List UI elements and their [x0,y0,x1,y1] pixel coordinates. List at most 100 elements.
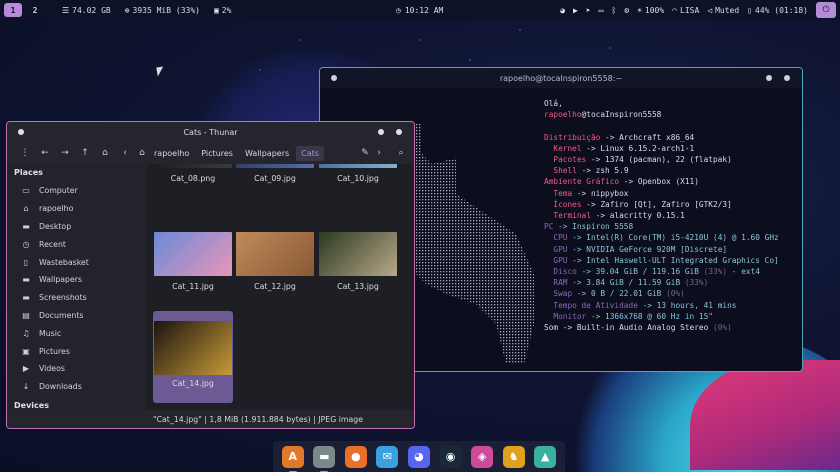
volume-indicator[interactable]: ◁ Muted [707,6,739,15]
browser-app[interactable]: ◈ [471,445,494,468]
info-line: Som -> Built-in Audio Analog Stereo (0%) [544,322,779,333]
clock-value: 10:12 AM [404,5,444,15]
file-item[interactable]: Cat_14.jpg [153,311,233,403]
breadcrumb-wallpapers[interactable]: Wallpapers [240,146,294,161]
brightness-indicator[interactable]: ☀ 100% [637,6,664,15]
back-arrow-icon[interactable]: ← [35,148,55,158]
window-menu-button[interactable] [331,75,337,81]
file-thumbnail [154,321,232,375]
file-manager-titlebar[interactable]: Cats - Thunar [7,122,414,142]
file-thumbnail [319,232,397,276]
cpu-icon: ▣ [213,5,219,15]
sidebar-item-documents[interactable]: ▤ Documents [7,307,147,325]
tree-branch [544,245,553,254]
info-value: -> Zafiro [Qt], Zafiro [GTK2/3] [581,199,732,209]
sidebar-item-screenshots[interactable]: ▬ Screenshots [7,289,147,307]
firefox-app[interactable]: ● [344,445,367,468]
files-app-icon: ▬ [319,450,330,463]
forward-arrow-icon[interactable]: → [55,148,75,158]
user-host-line: rapoelho@tocaInspiron5558 [544,109,779,120]
info-value: -> 39.04 GiB / 119.16 GiB [576,267,704,277]
sidebar-item-desktop[interactable]: ▬ Desktop [7,218,147,236]
terminal-titlebar[interactable]: rapoelho@tocaInspiron5558:~ [320,68,802,88]
info-key: Ambiente Gráfico [544,177,620,187]
chevron-left-icon[interactable]: ‹ [115,148,135,158]
memory-indicator: ⊕ 3935 MiB (33%) [125,6,200,15]
sidebar-item-wastebasket[interactable]: ▯ Wastebasket [7,253,147,271]
breadcrumb-rapoelho[interactable]: rapoelho [149,146,194,161]
sidebar-item-computer[interactable]: ▭ Computer [7,182,147,200]
youtube-tray-icon[interactable]: ▶ [573,6,578,15]
image-viewer-app[interactable]: ▲ [534,445,557,468]
clock[interactable]: ◷ 10:12 AM [396,0,443,20]
info-key: PC [544,222,554,232]
desktop-folder-icon: ▬ [22,221,30,231]
info-line: Tempo de Atividade -> 13 hours, 41 mins [544,300,779,311]
sidebar-item-recent[interactable]: ◷ Recent [7,235,147,253]
minimize-button[interactable] [378,129,384,135]
battery-indicator[interactable]: ▯ 44% (01:18) [747,6,808,15]
info-key: Swap [553,289,573,299]
info-value: -> 3.84 GiB / 11.59 GiB [567,278,685,288]
disk-value: 74.02 GB [72,5,111,15]
info-value: -> Archcraft x86_64 [600,132,695,142]
info-key: Ícones [553,199,582,209]
power-button[interactable]: ⏻ [816,2,836,18]
alacritty-app[interactable]: A [281,445,304,472]
info-key: GPU [553,255,568,265]
sidebar-item-downloads[interactable]: ↓ Downloads [7,378,147,396]
file-grid[interactable]: Cat_08.png Cat_09.jpg Cat_10.jpg Cat_11.jpg… [147,164,414,410]
workspace-2-button[interactable]: 2 [26,3,44,17]
sidebar-item-rapoelho[interactable]: ⌂ rapoelho [7,200,147,218]
file-item[interactable]: Cat_12.jpg [235,232,315,291]
tree-branch [544,155,553,164]
telegram-tray-icon[interactable]: ➤ [586,6,591,15]
file-item[interactable]: Cat_09.jpg [235,164,315,183]
close-button[interactable] [784,75,790,81]
info-line: PC -> Inspiron 5558 [544,221,779,232]
file-item[interactable]: Cat_08.png [153,164,233,183]
clipboard-tray-icon[interactable]: ▭ [599,6,604,15]
minimize-button[interactable] [766,75,772,81]
sidebar-item-wallpapers[interactable]: ▬ Wallpapers [7,271,147,289]
sidebar-item-music[interactable]: ♫ Music [7,324,147,342]
tree-branch [544,267,553,276]
info-key: GPU [553,244,568,254]
file-item[interactable]: Cat_11.jpg [153,232,233,291]
files-app[interactable]: ▬ [313,445,336,472]
firefox-app-icon: ● [351,450,361,463]
file-thumbnail [154,164,232,168]
game-app-icon: ♞ [508,450,519,463]
workspace-1-button[interactable]: 1 [4,3,22,17]
file-item[interactable]: Cat_13.jpg [318,232,398,291]
breadcrumb-pictures[interactable]: Pictures [196,146,238,161]
steam-app[interactable]: ◉ [439,445,462,468]
file-manager-window[interactable]: Cats - Thunar ⋮ ← → ↑ ⌂ ‹ ⌂ rapoelho Pic… [6,121,415,429]
network-indicator[interactable]: ◠ LISA [672,6,699,15]
game-app[interactable]: ♞ [502,445,525,468]
sidebar-item-label: rapoelho [39,204,74,214]
bluetooth-icon[interactable]: ᛒ [611,6,616,15]
breadcrumb-cats[interactable]: Cats [296,145,324,161]
clock-icon: ◷ [22,239,30,249]
close-button[interactable] [396,129,402,135]
chevron-right-icon[interactable]: › [369,148,389,158]
sidebar-item-videos[interactable]: ▶ Videos [7,360,147,378]
discord-tray-icon[interactable]: ◕ [560,6,565,15]
info-value: -> Inspiron 5558 [553,222,634,232]
up-arrow-icon[interactable]: ↑ [75,148,95,158]
home-icon[interactable]: ⌂ [95,148,115,158]
terminal-output[interactable]: Olá, rapoelho@tocaInspiron5558 Distribuiç… [544,98,779,333]
file-item[interactable]: Cat_10.jpg [318,164,398,183]
info-value: -> Intel Haswell-ULT Integrated Graphics… [567,255,779,265]
search-icon[interactable]: ⌕ [391,148,411,158]
discord-app[interactable]: ◕ [407,445,430,468]
menu-icon[interactable]: ⋮ [15,148,35,158]
info-value: -> NVIDIA GeForce 920M [Discrete] [567,244,728,254]
sidebar-item-pictures[interactable]: ▣ Pictures [7,342,147,360]
computer-icon: ▭ [22,186,30,196]
hostname: @tocaInspiron5558 [581,110,662,120]
messenger-app[interactable]: ✉ [376,445,399,468]
settings-tray-icon[interactable]: ⚙ [624,6,629,15]
window-menu-button[interactable] [18,129,24,135]
